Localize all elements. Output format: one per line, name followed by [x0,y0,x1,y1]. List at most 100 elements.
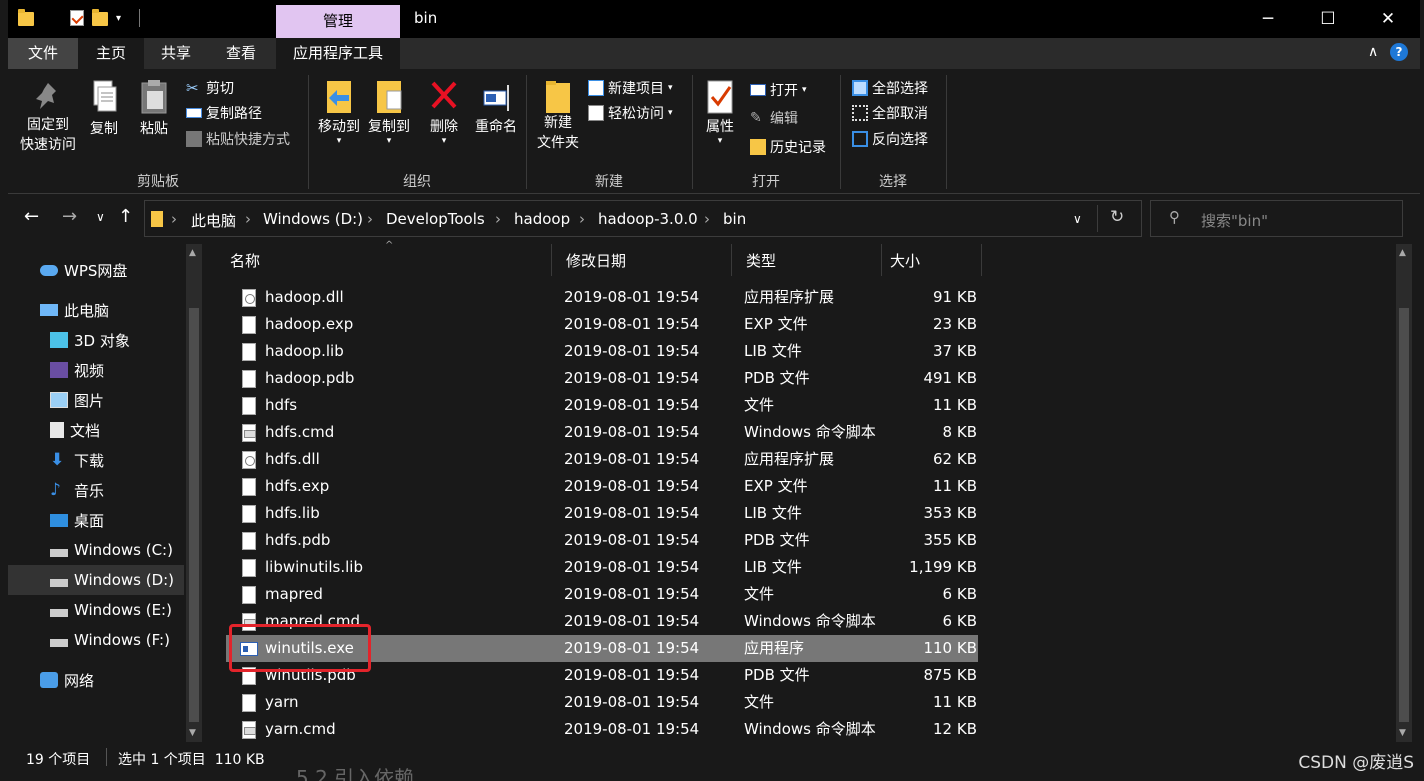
tab-share[interactable]: 共享 [144,38,208,69]
table-row[interactable]: libwinutils.lib 2019-08-01 19:54 LIB 文件 1,1… [226,554,978,581]
table-row[interactable]: hdfs.cmd 2019-08-01 19:54 Windows 命令脚本 8 KB [226,419,978,446]
copy-path-button[interactable]: 复制路径 [186,102,262,124]
easy-access-button[interactable]: 轻松访问 ▾ [588,102,673,124]
folder-icon[interactable] [18,9,34,26]
nav-item-drive-c[interactable]: Windows (C:) [8,535,184,565]
select-all-button[interactable]: 全部选择 [852,77,928,99]
column-header-type[interactable]: 类型 [732,244,882,276]
breadcrumb-this-pc[interactable]: 此电脑 [191,210,236,231]
paste-shortcut-button[interactable]: 粘贴快捷方式 [186,128,290,150]
table-row[interactable]: hdfs.lib 2019-08-01 19:54 LIB 文件 353 KB [226,500,978,527]
chevron-down-icon[interactable]: ▾ [116,13,121,24]
selection-info: 选中 1 个项目 110 KB [118,752,265,768]
nav-scroll-thumb[interactable] [189,308,199,722]
table-row[interactable]: hadoop.pdb 2019-08-01 19:54 PDB 文件 491 KB [226,365,978,392]
new-item-button[interactable]: 新建项目 ▾ [588,77,673,99]
forward-button[interactable]: → [62,206,77,227]
up-button[interactable]: ↑ [118,206,133,227]
close-button[interactable]: ✕ [1358,0,1418,38]
file-scroll-thumb[interactable] [1399,308,1409,722]
file-size: 11 KB [933,477,977,495]
breadcrumb-hadoop-300[interactable]: hadoop-3.0.0 [598,210,698,228]
maximize-button[interactable]: ☐ [1298,0,1358,38]
properties-button[interactable]: 属性 ▾ [700,77,740,146]
file-name: hdfs.pdb [265,531,331,549]
scroll-down-icon[interactable]: ▼ [1399,728,1406,738]
properties-icon[interactable] [70,10,84,26]
chevron-down-icon[interactable]: ∨ [1073,212,1082,226]
rename-button[interactable]: 重命名 [470,77,522,137]
context-tab-manage[interactable]: 管理 [276,5,400,38]
file-size: 8 KB [942,423,977,441]
table-row[interactable]: mapred 2019-08-01 19:54 文件 6 KB [226,581,978,608]
new-folder-icon[interactable] [92,9,108,26]
music-icon: ♪ [50,480,61,500]
table-row[interactable]: hadoop.dll 2019-08-01 19:54 应用程序扩展 91 KB [226,284,978,311]
recent-locations-button[interactable]: ∨ [96,210,105,224]
minimize-button[interactable]: ─ [1238,0,1298,38]
breadcrumb-drive-d[interactable]: Windows (D:) [263,210,363,228]
column-header-size[interactable]: 大小 [882,244,982,276]
new-folder-button[interactable]: 新建 文件夹 [532,77,584,153]
history-button[interactable]: 历史记录 [750,136,826,158]
file-type: 文件 [744,693,775,711]
table-row[interactable]: hdfs.exp 2019-08-01 19:54 EXP 文件 11 KB [226,473,978,500]
table-row[interactable]: hdfs.dll 2019-08-01 19:54 应用程序扩展 62 KB [226,446,978,473]
table-row[interactable]: hadoop.exp 2019-08-01 19:54 EXP 文件 23 KB [226,311,978,338]
move-to-button[interactable]: 移动到 ▾ [314,77,364,146]
edit-button[interactable]: ✎ 编辑 [750,107,798,129]
scroll-down-icon[interactable]: ▼ [189,728,196,738]
nav-item-downloads[interactable]: ⬇ 下载 [8,445,184,475]
nav-item-network[interactable]: 网络 [8,665,184,695]
column-header-name[interactable]: 名称 [216,244,552,276]
breadcrumb-developtools[interactable]: DevelopTools [386,210,485,228]
copy-to-button[interactable]: 复制到 ▾ [364,77,414,146]
paste-button[interactable]: 粘贴 [134,79,174,139]
nav-item-videos[interactable]: 视频 [8,355,184,385]
tab-view[interactable]: 查看 [208,38,274,69]
column-header-date[interactable]: 修改日期 [552,244,732,276]
tab-app-tools[interactable]: 应用程序工具 [276,38,400,69]
nav-item-this-pc[interactable]: 此电脑 [8,295,184,325]
breadcrumb-bin[interactable]: bin [723,210,746,228]
refresh-icon[interactable]: ↻ [1110,207,1124,227]
nav-item-music[interactable]: ♪ 音乐 [8,475,184,505]
chevron-up-icon[interactable]: ∧ [1368,44,1378,60]
nav-item-wps[interactable]: WPS网盘 [8,255,184,285]
nav-item-documents[interactable]: 文档 [8,415,184,445]
delete-button[interactable]: 删除 ▾ [424,77,464,146]
table-row[interactable]: yarn 2019-08-01 19:54 文件 11 KB [226,689,978,716]
scroll-up-icon[interactable]: ▲ [189,248,196,258]
nav-item-drive-f[interactable]: Windows (F:) [8,625,184,655]
back-button[interactable]: ← [24,206,39,227]
breadcrumb-hadoop[interactable]: hadoop [514,210,570,228]
file-scrollbar[interactable]: ▲ ▼ [1396,244,1412,742]
table-row[interactable]: hadoop.lib 2019-08-01 19:54 LIB 文件 37 KB [226,338,978,365]
search-box[interactable]: ⚲ 搜索"bin" [1150,200,1403,237]
pin-button[interactable]: 固定到 快速访问 [16,79,80,155]
quick-access-toolbar: ▾ [18,9,141,27]
nav-scrollbar[interactable]: ▲ ▼ [186,244,202,742]
file-name: hdfs.cmd [265,423,335,441]
help-icon[interactable]: ? [1390,43,1408,61]
nav-item-drive-d[interactable]: Windows (D:) [8,565,184,595]
table-row[interactable]: yarn.cmd 2019-08-01 19:54 Windows 命令脚本 12 K… [226,716,978,743]
nav-item-desktop[interactable]: 桌面 [8,505,184,535]
copy-button[interactable]: 复制 [84,79,124,139]
nav-item-3d-objects[interactable]: 3D 对象 [8,325,184,355]
search-input[interactable]: 搜索"bin" [1201,210,1268,231]
open-button[interactable]: 打开 ▾ [750,79,807,101]
open-group-label: 打开 [752,174,780,190]
table-row[interactable]: hdfs.pdb 2019-08-01 19:54 PDB 文件 355 KB [226,527,978,554]
nav-item-pictures[interactable]: 图片 [8,385,184,415]
tab-home[interactable]: 主页 [78,38,144,69]
invert-selection-button[interactable]: 反向选择 [852,128,928,150]
cut-button[interactable]: ✂ 剪切 [186,77,234,99]
tab-file[interactable]: 文件 [8,38,78,69]
nav-item-drive-e[interactable]: Windows (E:) [8,595,184,625]
select-none-button[interactable]: 全部取消 [852,102,928,124]
ribbon-tabs: 文件 主页 共享 查看 应用程序工具 ∧ ? [8,38,1420,69]
address-bar[interactable]: › 此电脑 › Windows (D:) › DevelopTools › ha… [144,200,1142,237]
table-row[interactable]: hdfs 2019-08-01 19:54 文件 11 KB [226,392,978,419]
scroll-up-icon[interactable]: ▲ [1399,248,1406,258]
